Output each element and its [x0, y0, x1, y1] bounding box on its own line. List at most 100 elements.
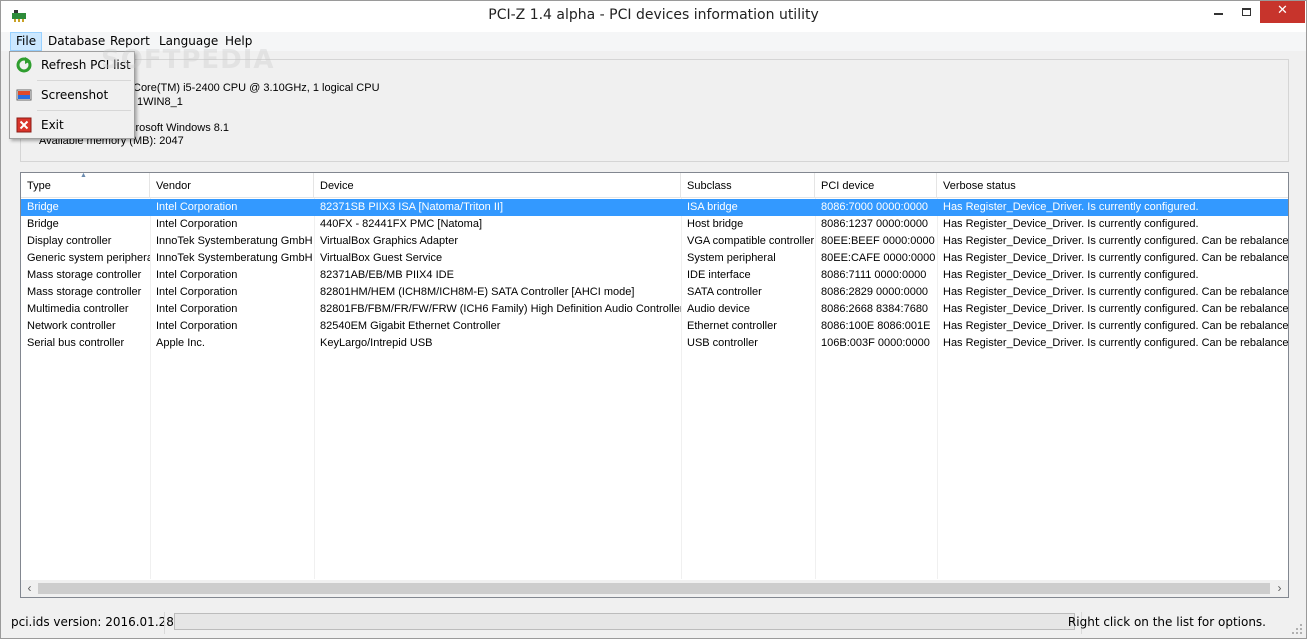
- cell-verbose-status: Has Register_Device_Driver. Is currently…: [943, 252, 1288, 264]
- close-button[interactable]: ✕: [1260, 1, 1305, 23]
- status-bar: pci.ids version: 2016.01.28 Right click …: [1, 608, 1306, 638]
- screenshot-label: Screenshot: [41, 88, 109, 102]
- refresh-icon: [16, 57, 32, 73]
- cell-subclass: System peripheral: [687, 252, 776, 264]
- column-header-type[interactable]: ▲ Type: [21, 173, 150, 198]
- scroll-right-arrow-icon[interactable]: ›: [1271, 580, 1288, 597]
- cell-pci-device: 80EE:CAFE 0000:0000: [821, 252, 936, 264]
- minimize-icon: [1213, 13, 1223, 15]
- cell-vendor: Intel Corporation: [156, 218, 238, 230]
- menu-file[interactable]: File: [10, 32, 43, 51]
- menu-separator: [37, 110, 131, 111]
- minimize-button[interactable]: [1204, 1, 1232, 23]
- title-bar[interactable]: PCI-Z 1.4 alpha - PCI devices informatio…: [1, 1, 1306, 32]
- cell-type: Serial bus controller: [27, 337, 125, 349]
- cell-type: Generic system peripheral: [27, 252, 150, 264]
- table-row[interactable]: Multimedia controller Intel Corporation 82…: [21, 301, 1288, 318]
- cell-device: 82801HM/HEM (ICH8M/ICH8M-E) SATA Control…: [320, 286, 635, 298]
- menu-help[interactable]: Help: [220, 32, 257, 51]
- cell-vendor: Intel Corporation: [156, 286, 238, 298]
- table-row[interactable]: Mass storage controller Intel Corporation…: [21, 267, 1288, 284]
- cell-pci-device: 8086:7111 0000:0000: [821, 269, 927, 281]
- menu-language[interactable]: Language: [154, 32, 223, 51]
- column-header-pci-device[interactable]: PCI device: [815, 173, 937, 198]
- cell-verbose-status: Has Register_Device_Driver. Is currently…: [943, 269, 1199, 281]
- table-row[interactable]: Mass storage controller Intel Corporation…: [21, 284, 1288, 301]
- window-title: PCI-Z 1.4 alpha - PCI devices informatio…: [488, 7, 819, 23]
- file-menu-dropdown: Refresh PCI list Screenshot Exit: [9, 51, 135, 139]
- cell-vendor: Apple Inc.: [156, 337, 205, 349]
- cell-subclass: VGA compatible controller: [687, 235, 815, 247]
- cell-device: VirtualBox Graphics Adapter: [320, 235, 458, 247]
- close-icon: ✕: [1277, 3, 1288, 18]
- cell-vendor: Intel Corporation: [156, 201, 238, 213]
- cell-pci-device: 8086:100E 8086:001E: [821, 320, 931, 332]
- cell-pci-device: 106B:003F 0000:0000: [821, 337, 930, 349]
- resize-grip-icon[interactable]: [1291, 623, 1303, 635]
- cell-device: 82540EM Gigabit Ethernet Controller: [320, 320, 501, 332]
- progress-bar: [174, 613, 1075, 630]
- cell-vendor: InnoTek Systemberatung GmbH: [156, 235, 313, 247]
- maximize-icon: [1241, 8, 1251, 16]
- cell-pci-device: 8086:2668 8384:7680: [821, 303, 929, 315]
- cell-device: VirtualBox Guest Service: [320, 252, 443, 264]
- column-header-label: Type: [27, 180, 51, 192]
- cell-device: 82801FB/FBM/FR/FW/FRW (ICH6 Family) High…: [320, 303, 681, 315]
- column-header-verbose-status[interactable]: Verbose status: [937, 173, 1288, 198]
- table-row[interactable]: Network controller Intel Corporation 82540…: [21, 318, 1288, 335]
- os-info: crosoft Windows 8.1: [130, 122, 230, 134]
- menu-database[interactable]: Database: [43, 32, 110, 51]
- menu-bar: File Database Report Language Help: [1, 32, 1306, 51]
- host-info: 1WIN8_1: [137, 96, 183, 108]
- menu-report[interactable]: Report: [105, 32, 155, 51]
- cell-subclass: Ethernet controller: [687, 320, 777, 332]
- cell-subclass: SATA controller: [687, 286, 762, 298]
- cell-subclass: ISA bridge: [687, 201, 738, 213]
- column-header-label: PCI device: [821, 180, 875, 192]
- app-window: PCI-Z 1.4 alpha - PCI devices informatio…: [0, 0, 1307, 639]
- column-header-label: Verbose status: [943, 180, 1016, 192]
- cell-verbose-status: Has Register_Device_Driver. Is currently…: [943, 337, 1288, 349]
- cell-type: Mass storage controller: [27, 286, 142, 298]
- horizontal-scrollbar[interactable]: ‹ ›: [21, 580, 1288, 597]
- scrollbar-thumb[interactable]: [38, 583, 1270, 594]
- cell-device: 82371SB PIIX3 ISA [Natoma/Triton II]: [320, 201, 504, 213]
- cell-subclass: Host bridge: [687, 218, 744, 230]
- maximize-button[interactable]: [1232, 1, 1260, 23]
- cell-type: Mass storage controller: [27, 269, 142, 281]
- cell-verbose-status: Has Register_Device_Driver. Is currently…: [943, 303, 1288, 315]
- cell-vendor: Intel Corporation: [156, 303, 238, 315]
- cell-type: Display controller: [27, 235, 112, 247]
- scroll-left-arrow-icon[interactable]: ‹: [21, 580, 38, 597]
- column-header-label: Vendor: [156, 180, 191, 192]
- cell-vendor: Intel Corporation: [156, 269, 238, 281]
- table-row[interactable]: Generic system peripheral InnoTek Systemb…: [21, 250, 1288, 267]
- refresh-label: Refresh PCI list: [41, 58, 131, 72]
- column-header-device[interactable]: Device: [314, 173, 681, 198]
- menu-exit[interactable]: Exit: [12, 112, 132, 138]
- column-header-subclass[interactable]: Subclass: [681, 173, 815, 198]
- table-row[interactable]: Bridge Intel Corporation 82371SB PIIX3 ISA…: [21, 199, 1288, 216]
- cell-pci-device: 8086:1237 0000:0000: [821, 218, 929, 230]
- cell-verbose-status: Has Register_Device_Driver. Is currently…: [943, 320, 1288, 332]
- cell-device: KeyLargo/Intrepid USB: [320, 337, 433, 349]
- table-row[interactable]: Display controller InnoTek Systemberatung…: [21, 233, 1288, 250]
- column-header-label: Subclass: [687, 180, 732, 192]
- cell-verbose-status: Has Register_Device_Driver. Is currently…: [943, 201, 1199, 213]
- menu-refresh-pci-list[interactable]: Refresh PCI list: [12, 52, 132, 78]
- cell-type: Multimedia controller: [27, 303, 129, 315]
- cell-pci-device: 80EE:BEEF 0000:0000: [821, 235, 935, 247]
- status-divider: [164, 612, 165, 634]
- table-row[interactable]: Serial bus controller Apple Inc. KeyLargo/…: [21, 335, 1288, 352]
- column-header-vendor[interactable]: Vendor: [150, 173, 314, 198]
- list-header: ▲ Type Vendor Device Subclass PCI device…: [21, 173, 1288, 198]
- cell-type: Network controller: [27, 320, 116, 332]
- exit-label: Exit: [41, 118, 64, 132]
- cell-subclass: Audio device: [687, 303, 750, 315]
- cell-subclass: IDE interface: [687, 269, 751, 281]
- cell-type: Bridge: [27, 218, 59, 230]
- table-row[interactable]: Bridge Intel Corporation 440FX - 82441FX P…: [21, 216, 1288, 233]
- cell-type: Bridge: [27, 201, 59, 213]
- pci-device-list[interactable]: ▲ Type Vendor Device Subclass PCI device…: [20, 172, 1289, 598]
- menu-screenshot[interactable]: Screenshot: [12, 82, 132, 108]
